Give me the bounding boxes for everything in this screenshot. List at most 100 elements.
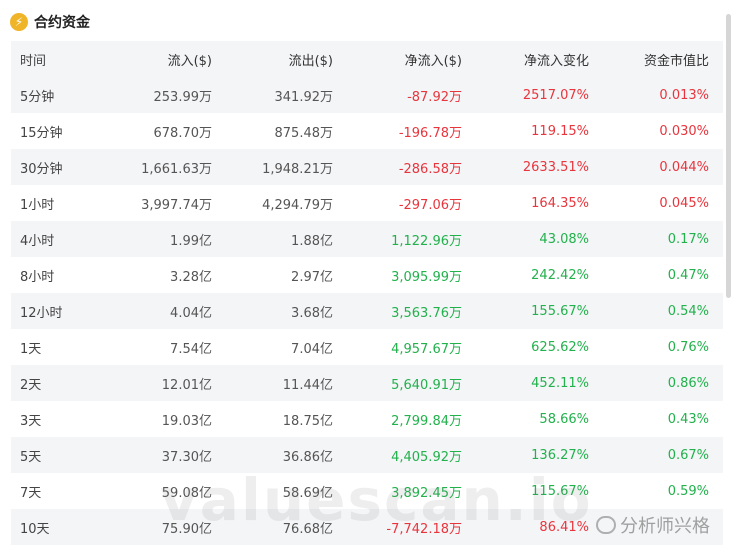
section-header: ⚡ 合约资金 <box>10 12 90 32</box>
scrollbar[interactable] <box>726 14 731 298</box>
table-row[interactable]: 1天 7.54亿 7.04亿 4,957.67万 625.62% 0.76% <box>11 329 723 365</box>
net-change-cell: 452.11% <box>531 375 589 391</box>
column-header-net-inflow[interactable]: 净流入($) <box>333 50 462 69</box>
table-body: 5分钟 253.99万 341.92万 -87.92万 2517.07% 0.013% 15… <box>11 77 723 545</box>
ratio-cell: 0.044% <box>659 159 709 175</box>
net-change-cell: 119.15% <box>531 123 589 139</box>
ratio-cell: 0.045% <box>659 195 709 211</box>
net-inflow-cell: 3,892.45万 <box>391 485 462 501</box>
outflow-cell: 7.04亿 <box>291 341 333 357</box>
table-row[interactable]: 5分钟 253.99万 341.92万 -87.92万 2517.07% 0.013% <box>11 77 723 113</box>
inflow-cell: 253.99万 <box>153 89 213 105</box>
column-header-outflow[interactable]: 流出($) <box>212 50 333 69</box>
net-change-cell: 43.08% <box>539 231 589 247</box>
table-row[interactable]: 30分钟 1,661.63万 1,948.21万 -286.58万 2633.51% 0.… <box>11 149 723 185</box>
column-header-time[interactable]: 时间 <box>11 50 91 69</box>
inflow-cell: 59.08亿 <box>161 485 212 501</box>
ratio-cell: 0.54% <box>667 303 709 319</box>
time-cell: 1天 <box>20 341 42 357</box>
net-inflow-cell: 4,957.67万 <box>391 341 462 357</box>
table-row[interactable]: 8小时 3.28亿 2.97亿 3,095.99万 242.42% 0.47% <box>11 257 723 293</box>
net-inflow-cell: 1,122.96万 <box>391 233 462 249</box>
time-cell: 5天 <box>20 449 42 465</box>
table-row[interactable]: 3天 19.03亿 18.75亿 2,799.84万 58.66% 0.43% <box>11 401 723 437</box>
column-header-ratio[interactable]: 资金市值比 <box>589 50 716 69</box>
net-change-cell: 86.41% <box>539 519 589 535</box>
ratio-cell: 0.67% <box>667 447 709 463</box>
time-cell: 30分钟 <box>20 161 63 177</box>
time-cell: 5分钟 <box>20 89 55 105</box>
time-cell: 2天 <box>20 377 42 393</box>
inflow-cell: 7.54亿 <box>170 341 212 357</box>
net-inflow-cell: -87.92万 <box>407 89 462 105</box>
inflow-cell: 19.03亿 <box>161 413 212 429</box>
time-cell: 8小时 <box>20 269 55 285</box>
inflow-cell: 678.70万 <box>153 125 213 141</box>
table-row[interactable]: 4小时 1.99亿 1.88亿 1,122.96万 43.08% 0.17% <box>11 221 723 257</box>
inflow-cell: 12.01亿 <box>161 377 212 393</box>
outflow-cell: 2.97亿 <box>291 269 333 285</box>
table-row[interactable]: 7天 59.08亿 58.69亿 3,892.45万 115.67% 0.59% <box>11 473 723 509</box>
outflow-cell: 11.44亿 <box>282 377 333 393</box>
coin-icon: ⚡ <box>10 13 28 31</box>
inflow-cell: 1.99亿 <box>170 233 212 249</box>
net-inflow-cell: 3,095.99万 <box>391 269 462 285</box>
fund-flow-table: 时间 流入($) 流出($) 净流入($) 净流入变化 资金市值比 5分钟 253… <box>11 41 723 545</box>
net-change-cell: 2633.51% <box>522 159 589 175</box>
ratio-cell: 0.030% <box>659 123 709 139</box>
outflow-cell: 875.48万 <box>274 125 334 141</box>
table-row[interactable]: 10天 75.90亿 76.68亿 -7,742.18万 86.41% <box>11 509 723 545</box>
outflow-cell: 58.69亿 <box>282 485 333 501</box>
outflow-cell: 76.68亿 <box>282 521 333 537</box>
table-row[interactable]: 12小时 4.04亿 3.68亿 3,563.76万 155.67% 0.54% <box>11 293 723 329</box>
net-change-cell: 58.66% <box>539 411 589 427</box>
outflow-cell: 1,948.21万 <box>262 161 333 177</box>
time-cell: 15分钟 <box>20 125 63 141</box>
time-cell: 1小时 <box>20 197 55 213</box>
inflow-cell: 3,997.74万 <box>141 197 212 213</box>
time-cell: 7天 <box>20 485 42 501</box>
time-cell: 4小时 <box>20 233 55 249</box>
table-row[interactable]: 2天 12.01亿 11.44亿 5,640.91万 452.11% 0.86% <box>11 365 723 401</box>
net-inflow-cell: -196.78万 <box>398 125 462 141</box>
net-inflow-cell: 3,563.76万 <box>391 305 462 321</box>
net-inflow-cell: 2,799.84万 <box>391 413 462 429</box>
ratio-cell: 0.43% <box>667 411 709 427</box>
net-change-cell: 115.67% <box>531 483 589 499</box>
table-row[interactable]: 15分钟 678.70万 875.48万 -196.78万 119.15% 0.030% <box>11 113 723 149</box>
ratio-cell: 0.76% <box>667 339 709 355</box>
net-inflow-cell: -7,742.18万 <box>386 521 462 537</box>
inflow-cell: 75.90亿 <box>161 521 212 537</box>
column-header-inflow[interactable]: 流入($) <box>91 50 212 69</box>
net-change-cell: 136.27% <box>531 447 589 463</box>
net-change-cell: 155.67% <box>531 303 589 319</box>
outflow-cell: 4,294.79万 <box>262 197 333 213</box>
net-inflow-cell: -286.58万 <box>398 161 462 177</box>
net-change-cell: 2517.07% <box>522 87 589 103</box>
section-title: 合约资金 <box>34 15 90 31</box>
ratio-cell: 0.013% <box>659 87 709 103</box>
column-header-net-change[interactable]: 净流入变化 <box>462 50 589 69</box>
time-cell: 12小时 <box>20 305 63 321</box>
inflow-cell: 4.04亿 <box>170 305 212 321</box>
inflow-cell: 3.28亿 <box>170 269 212 285</box>
net-change-cell: 164.35% <box>531 195 589 211</box>
outflow-cell: 36.86亿 <box>282 449 333 465</box>
time-cell: 3天 <box>20 413 42 429</box>
net-inflow-cell: 4,405.92万 <box>391 449 462 465</box>
net-change-cell: 242.42% <box>531 267 589 283</box>
outflow-cell: 1.88亿 <box>291 233 333 249</box>
inflow-cell: 37.30亿 <box>161 449 212 465</box>
outflow-cell: 3.68亿 <box>291 305 333 321</box>
table-row[interactable]: 5天 37.30亿 36.86亿 4,405.92万 136.27% 0.67% <box>11 437 723 473</box>
table-row[interactable]: 1小时 3,997.74万 4,294.79万 -297.06万 164.35% 0.04… <box>11 185 723 221</box>
ratio-cell: 0.59% <box>667 483 709 499</box>
outflow-cell: 18.75亿 <box>282 413 333 429</box>
ratio-cell: 0.86% <box>667 375 709 391</box>
table-header-row: 时间 流入($) 流出($) 净流入($) 净流入变化 资金市值比 <box>11 41 723 77</box>
net-inflow-cell: 5,640.91万 <box>391 377 462 393</box>
ratio-cell: 0.47% <box>667 267 709 283</box>
net-change-cell: 625.62% <box>531 339 589 355</box>
net-inflow-cell: -297.06万 <box>398 197 462 213</box>
ratio-cell: 0.17% <box>667 231 709 247</box>
